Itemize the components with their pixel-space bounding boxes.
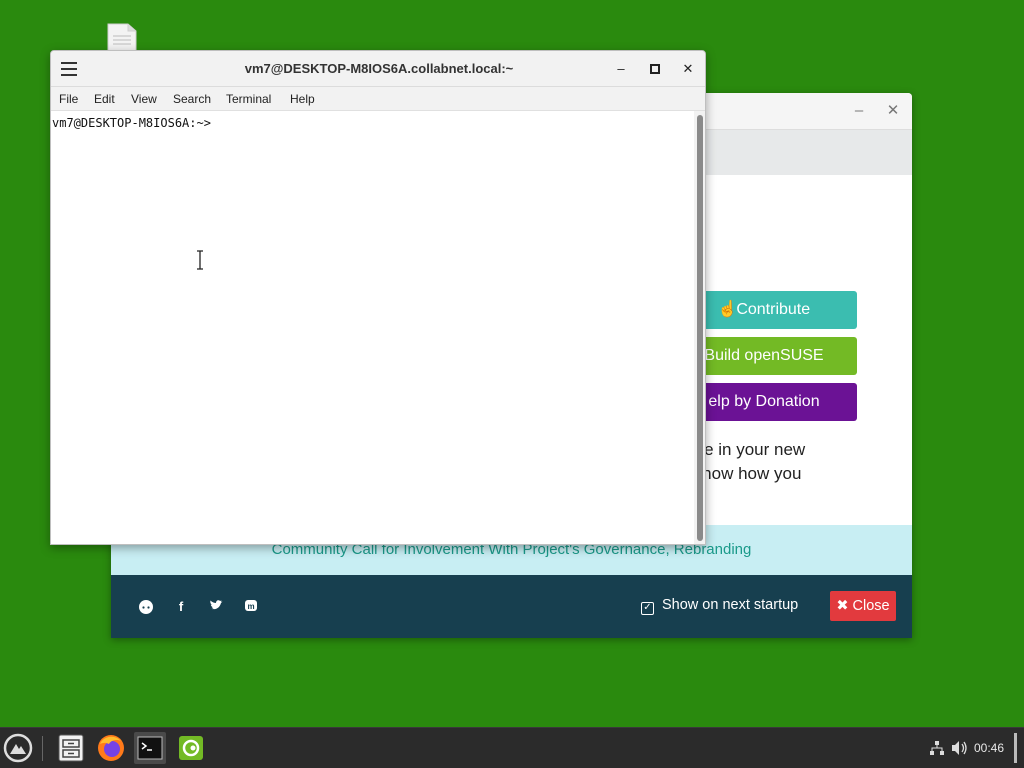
menu-help[interactable]: Help	[290, 92, 315, 106]
twitter-icon[interactable]	[208, 599, 224, 615]
terminal-icon[interactable]	[134, 732, 166, 764]
app-menu-icon[interactable]	[2, 732, 34, 764]
taskbar-separator	[42, 736, 43, 761]
menu-terminal[interactable]: Terminal	[226, 92, 271, 106]
checkbox-checked-icon: ✓	[641, 602, 654, 615]
close-icon[interactable]: ✕	[883, 101, 903, 121]
menu-file[interactable]: File	[59, 92, 78, 106]
desktop-document-icon[interactable]	[106, 22, 138, 53]
welcome-footer: f m ✓ Show on next startup ✖ Close	[111, 575, 912, 638]
volume-icon[interactable]	[951, 740, 967, 756]
reddit-icon[interactable]	[138, 599, 154, 615]
minimize-icon[interactable]: –	[849, 101, 869, 121]
terminal-output-area[interactable]: vm7@DESKTOP-M8IOS6A:~>	[51, 111, 694, 544]
taskbar: 00:46	[0, 727, 1024, 768]
terminal-scrollbar[interactable]	[694, 111, 705, 544]
menu-edit[interactable]: Edit	[94, 92, 115, 106]
minimize-icon[interactable]: –	[612, 60, 630, 78]
shell-prompt: vm7@DESKTOP-M8IOS6A:~>	[52, 116, 211, 130]
close-x-icon: ✖	[836, 598, 849, 614]
window-title: vm7@DESKTOP-M8IOS6A.collabnet.local:~	[244, 61, 514, 76]
terminal-window: vm7@DESKTOP-M8IOS6A.collabnet.local:~ – …	[50, 50, 706, 545]
hand-pointer-icon: ☝	[717, 301, 738, 318]
menu-view[interactable]: View	[131, 92, 157, 106]
file-manager-icon[interactable]	[55, 732, 87, 764]
svg-text:m: m	[247, 602, 254, 611]
opensuse-welcome-icon[interactable]	[175, 732, 207, 764]
maximize-icon[interactable]	[646, 60, 664, 78]
terminal-titlebar[interactable]: vm7@DESKTOP-M8IOS6A.collabnet.local:~ – …	[51, 51, 705, 87]
scrollbar-thumb[interactable]	[697, 115, 703, 541]
terminal-menubar: File Edit View Search Terminal Help	[51, 87, 705, 111]
text-cursor-icon	[196, 250, 204, 270]
clock[interactable]: 00:46	[974, 741, 1004, 755]
show-desktop-button[interactable]	[1014, 733, 1017, 763]
facebook-icon[interactable]: f	[173, 599, 189, 615]
mastodon-icon[interactable]: m	[243, 599, 259, 615]
close-icon[interactable]: ✕	[679, 60, 697, 78]
show-on-startup-checkbox[interactable]: ✓ Show on next startup	[641, 597, 798, 615]
network-icon[interactable]	[929, 740, 945, 756]
close-button[interactable]: ✖ Close	[830, 591, 896, 621]
menu-search[interactable]: Search	[173, 92, 211, 106]
firefox-icon[interactable]	[95, 732, 127, 764]
